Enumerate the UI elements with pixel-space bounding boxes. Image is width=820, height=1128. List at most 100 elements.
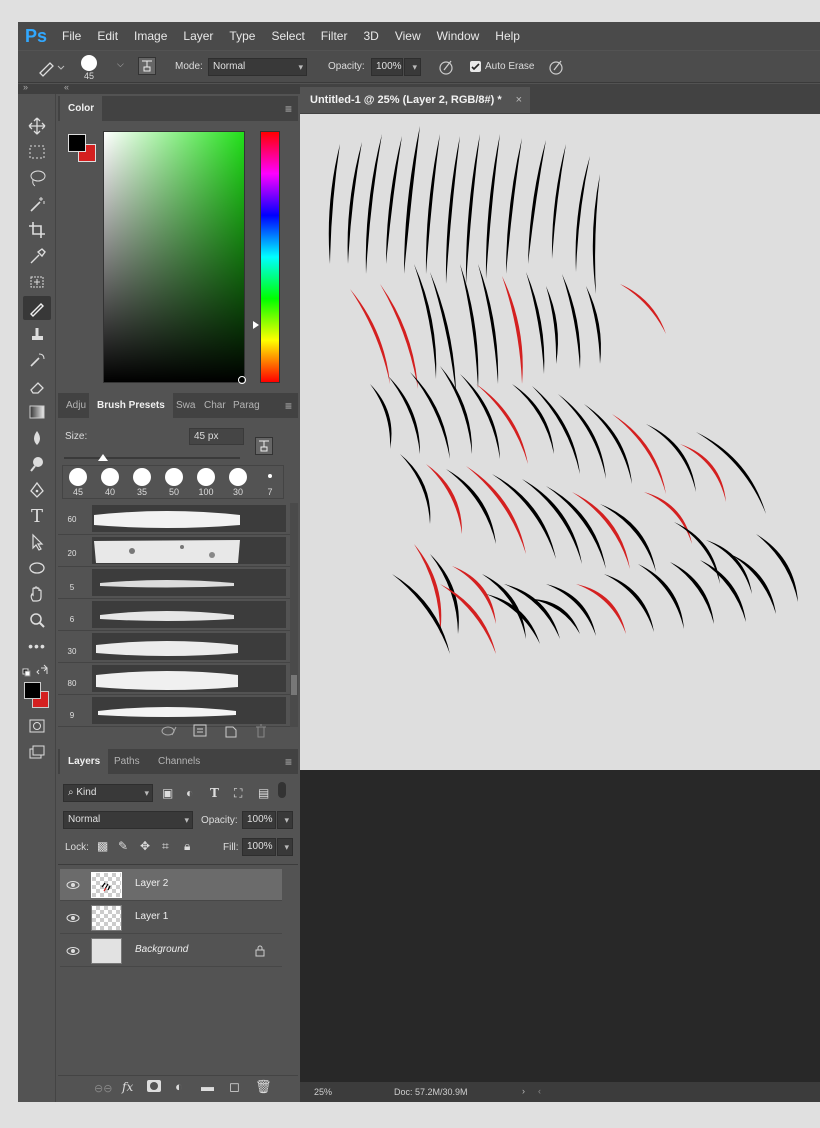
eye-icon[interactable] [66,912,80,927]
layer-row-background[interactable]: Background [60,935,282,967]
fill-dropdown[interactable]: ▾ [277,838,293,856]
brush-tip[interactable]: 40 [97,467,123,499]
expand-arrows-icon[interactable]: » [23,82,28,92]
brush-tip[interactable]: 30 [225,467,251,499]
panel-menu-icon[interactable]: ≡ [285,102,292,116]
brush-settings-toggle-icon[interactable] [255,437,273,455]
brush-panel-toggle-icon[interactable] [138,57,156,75]
eraser-tool-icon[interactable] [23,374,51,398]
dodge-tool-icon[interactable] [23,452,51,476]
document-canvas[interactable] [300,114,820,770]
brush-tip[interactable]: 7 [257,467,283,499]
path-selection-tool-icon[interactable] [23,530,51,554]
delete-layer-icon[interactable]: 🗑︎ [255,1079,272,1095]
lock-pixels-brush-icon[interactable]: ✎ [118,839,128,853]
brush-tip[interactable]: 100 [193,467,219,499]
pen-tool-icon[interactable] [23,478,51,502]
close-icon[interactable]: × [516,87,522,113]
screen-mode-icon[interactable] [23,740,51,764]
hue-slider[interactable] [260,131,280,383]
brush-preset-item[interactable]: 20 [58,535,290,567]
scroll-left-icon[interactable]: ‹ [538,1086,541,1096]
clone-stamp-tool-icon[interactable] [23,322,51,346]
ellipse-tool-icon[interactable] [23,556,51,580]
menu-layer[interactable]: Layer [175,22,221,50]
menu-view[interactable]: View [387,22,429,50]
layer-row-layer-2[interactable]: Layer 2 [60,869,282,901]
new-layer-icon[interactable]: ◻ [229,1079,240,1095]
layer-opacity-input[interactable]: 100% [242,811,276,829]
swap-colors-icon[interactable] [21,664,53,680]
mode-select[interactable]: Normal ▾ [208,58,307,76]
foreground-color-swatch[interactable] [24,682,41,699]
brush-size-input[interactable]: 45 px [189,428,244,445]
brush-tip[interactable]: 45 [65,467,91,499]
filter-toggle[interactable] [278,782,286,798]
zoom-level[interactable]: 25% [314,1087,332,1097]
lasso-tool-icon[interactable] [23,166,51,190]
brush-tip[interactable]: 35 [129,467,155,499]
eye-icon[interactable] [66,879,80,894]
blur-tool-icon[interactable] [23,426,51,450]
panel-menu-icon[interactable]: ≡ [285,399,292,413]
hand-tool-icon[interactable] [23,582,51,606]
menu-edit[interactable]: Edit [89,22,126,50]
tab-channels[interactable]: Channels [150,749,208,774]
more-tools-icon[interactable]: ••• [23,634,51,658]
crop-tool-icon[interactable] [23,218,51,242]
color-field[interactable] [103,131,246,384]
new-preset-icon[interactable] [222,723,240,739]
pressure-size-icon[interactable] [546,57,566,77]
type-tool-icon[interactable]: T [23,504,51,528]
move-tool-icon[interactable] [23,114,51,138]
tab-paragraph[interactable]: Parag [225,393,268,418]
pressure-opacity-icon[interactable] [436,57,456,77]
history-brush-tool-icon[interactable] [23,348,51,372]
eyedropper-tool-icon[interactable] [23,244,51,268]
status-menu-arrow-icon[interactable]: › [522,1086,525,1096]
smart-object-filter-icon[interactable]: ▤ [258,786,269,800]
quick-mask-icon[interactable] [23,714,51,738]
pixel-filter-icon[interactable]: ▣ [162,786,173,800]
magic-wand-tool-icon[interactable] [23,192,51,216]
fill-input[interactable]: 100% [242,838,276,856]
brush-size-slider-handle[interactable] [98,454,108,461]
menu-file[interactable]: File [54,22,89,50]
opacity-input[interactable]: 100% [371,58,403,76]
tab-layers[interactable]: Layers [60,749,109,774]
scrollbar-thumb[interactable] [291,675,297,695]
layer-row-layer-1[interactable]: Layer 1 [60,902,282,934]
lock-transparent-icon[interactable]: ▩ [97,839,108,853]
brush-preset-item[interactable]: 5 [58,567,290,599]
menu-select[interactable]: Select [263,22,312,50]
document-tab[interactable]: Untitled-1 @ 25% (Layer 2, RGB/8#) * × [300,87,530,113]
lock-position-icon[interactable]: ✥ [140,839,150,853]
tab-brush-presets[interactable]: Brush Presets [89,393,173,418]
toggle-brush-panel-icon[interactable] [160,723,178,739]
brush-preset-item[interactable]: 6 [58,599,290,631]
zoom-tool-icon[interactable] [23,608,51,632]
menu-help[interactable]: Help [487,22,528,50]
layer-mask-icon[interactable] [147,1080,161,1092]
auto-erase-checkbox[interactable] [470,61,481,72]
panel-menu-icon[interactable]: ≡ [285,755,292,769]
brush-size-picker[interactable]: 45 [74,53,104,81]
brush-preset-item[interactable]: 80 [58,663,290,695]
opacity-dropdown[interactable]: ▾ [404,58,421,76]
hue-slider-handle[interactable] [253,321,259,329]
chevron-down-icon[interactable]: ⌵ [117,59,124,70]
menu-window[interactable]: Window [429,22,488,50]
artboard-icon[interactable]: ⌗ [162,839,169,854]
brush-grid-icon[interactable] [192,723,210,739]
menu-filter[interactable]: Filter [313,22,356,50]
eye-icon[interactable] [66,945,80,960]
fx-icon[interactable]: fx [122,1080,133,1094]
menu-3d[interactable]: 3D [355,22,386,50]
color-foreground-swatch[interactable] [68,134,86,152]
healing-brush-tool-icon[interactable] [23,270,51,294]
link-layers-icon[interactable]: ⊖⊖ [94,1082,112,1095]
lock-all-icon[interactable]: 🔒︎ [184,839,190,854]
tab-paths[interactable]: Paths [106,749,148,774]
menu-image[interactable]: Image [126,22,175,50]
pencil-tool-preset-icon[interactable] [36,57,66,77]
